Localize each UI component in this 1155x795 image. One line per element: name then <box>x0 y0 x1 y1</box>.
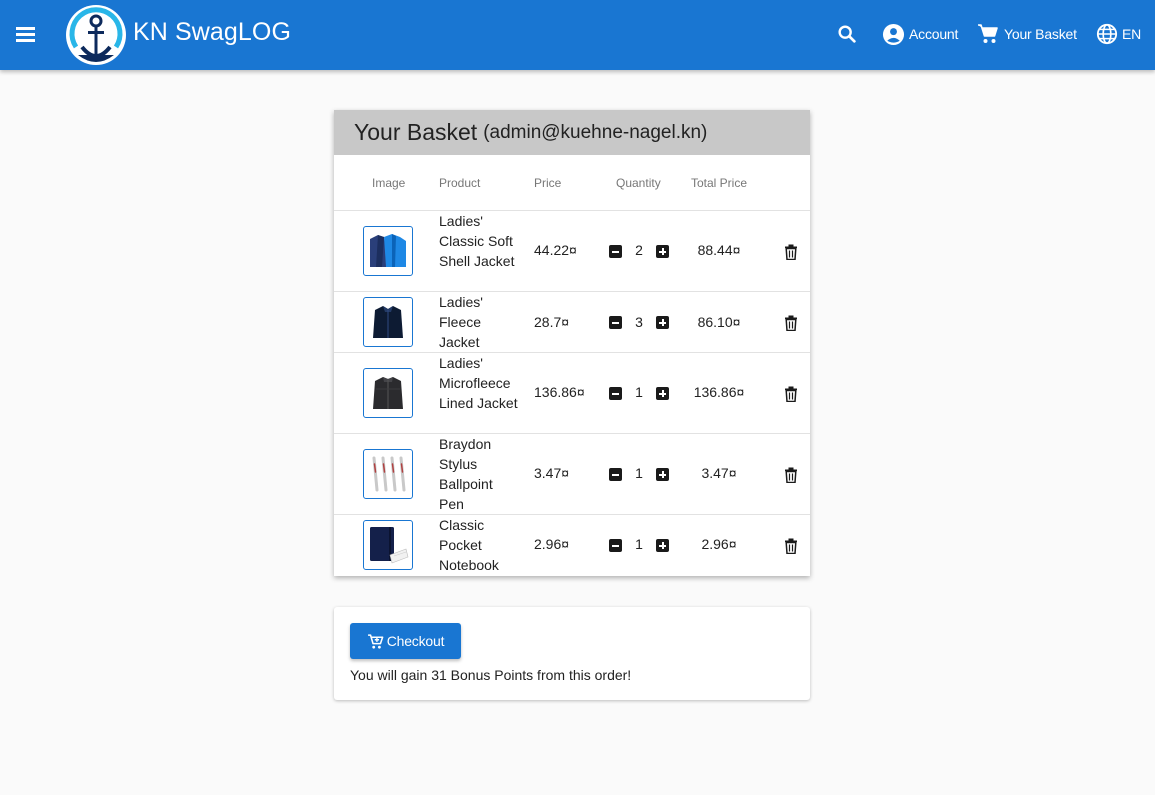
account-button[interactable]: Account <box>882 20 958 48</box>
product-image <box>363 368 413 418</box>
product-price: 2.96¤ <box>534 536 570 552</box>
basket-label: Your Basket <box>1004 26 1077 42</box>
trash-icon[interactable] <box>784 386 798 402</box>
product-name: Ladies' Fleece Jacket <box>439 294 483 350</box>
app-title[interactable]: KN SwagLOG <box>133 18 291 47</box>
globe-icon <box>1096 23 1118 45</box>
account-label: Account <box>909 26 959 42</box>
trash-icon[interactable] <box>784 244 798 260</box>
decrease-quantity-button[interactable] <box>609 539 622 552</box>
decrease-quantity-button[interactable] <box>609 387 622 400</box>
column-header-price: Price <box>534 176 562 190</box>
anchor-logo[interactable] <box>64 3 128 67</box>
table-row: Ladies' Fleece Jacket 28.7¤ 3 86.10¤ <box>334 292 810 353</box>
total-price: 3.47¤ <box>701 465 737 481</box>
product-price: 44.22¤ <box>534 242 577 258</box>
increase-quantity-button[interactable] <box>656 468 669 481</box>
basket-title: Your Basket <box>354 119 478 145</box>
product-name: Ladies' Classic Soft Shell Jacket <box>439 213 515 269</box>
increase-quantity-button[interactable] <box>656 387 669 400</box>
trash-icon[interactable] <box>784 467 798 483</box>
product-price: 136.86¤ <box>534 384 585 400</box>
cart-add-icon <box>367 633 384 649</box>
quantity-value: 2 <box>635 242 643 258</box>
bonus-points-text: You will gain 31 Bonus Points from this … <box>350 667 632 683</box>
product-price: 3.47¤ <box>534 465 570 481</box>
decrease-quantity-button[interactable] <box>609 316 622 329</box>
quantity-value: 1 <box>635 384 643 400</box>
search-button[interactable] <box>836 20 858 48</box>
table-row: Classic Pocket Notebook 2.96¤ 1 2.96¤ <box>334 515 810 576</box>
checkout-button[interactable]: Checkout <box>350 623 461 659</box>
decrease-quantity-button[interactable] <box>609 468 622 481</box>
language-button[interactable]: EN <box>1096 20 1141 48</box>
account-icon <box>882 23 905 45</box>
basket-card: Your Basket (admin@kuehne-nagel.kn) Imag… <box>334 110 810 576</box>
quantity-value: 1 <box>635 536 643 552</box>
column-header-quantity: Quantity <box>616 176 661 190</box>
decrease-quantity-button[interactable] <box>609 245 622 258</box>
table-row: Braydon Stylus Ballpoint Pen 3.47¤ 1 3.4… <box>334 434 810 515</box>
product-name: Ladies' Microfleece Lined Jacket <box>439 355 518 411</box>
product-image <box>363 520 413 570</box>
table-header-row: Image Product Price Quantity Total Price <box>334 155 810 211</box>
increase-quantity-button[interactable] <box>656 539 669 552</box>
search-icon <box>838 25 856 43</box>
product-image <box>363 449 413 499</box>
total-price: 88.44¤ <box>697 242 741 258</box>
checkout-button-label: Checkout <box>386 633 445 649</box>
product-image <box>363 297 413 347</box>
table-row: Ladies' Microfleece Lined Jacket 136.86¤… <box>334 353 810 434</box>
basket-user-email: (admin@kuehne-nagel.kn) <box>483 121 708 143</box>
trash-icon[interactable] <box>784 538 798 554</box>
product-name: Braydon Stylus Ballpoint Pen <box>439 436 493 512</box>
increase-quantity-button[interactable] <box>656 245 669 258</box>
quantity-value: 1 <box>635 465 643 481</box>
product-image <box>363 226 413 276</box>
total-price: 86.10¤ <box>697 314 741 330</box>
cart-icon <box>978 24 998 43</box>
column-header-product: Product <box>439 176 481 190</box>
product-name: Classic Pocket Notebook <box>439 517 499 573</box>
basket-button[interactable]: Your Basket <box>976 20 1077 48</box>
total-price: 136.86¤ <box>693 384 745 400</box>
language-label: EN <box>1122 26 1142 42</box>
quantity-value: 3 <box>635 314 643 330</box>
menu-icon[interactable] <box>12 20 40 48</box>
checkout-card: Checkout You will gain 31 Bonus Points f… <box>334 607 810 700</box>
trash-icon[interactable] <box>784 315 798 331</box>
column-header-image: Image <box>372 176 406 190</box>
total-price: 2.96¤ <box>701 536 737 552</box>
basket-header: Your Basket (admin@kuehne-nagel.kn) <box>334 110 810 155</box>
increase-quantity-button[interactable] <box>656 316 669 329</box>
column-header-total-price: Total Price <box>691 176 748 190</box>
table-row: Ladies' Classic Soft Shell Jacket 44.22¤… <box>334 211 810 292</box>
product-price: 28.7¤ <box>534 314 570 330</box>
top-navigation-bar: KN SwagLOG Account Your Basket EN <box>0 0 1155 70</box>
